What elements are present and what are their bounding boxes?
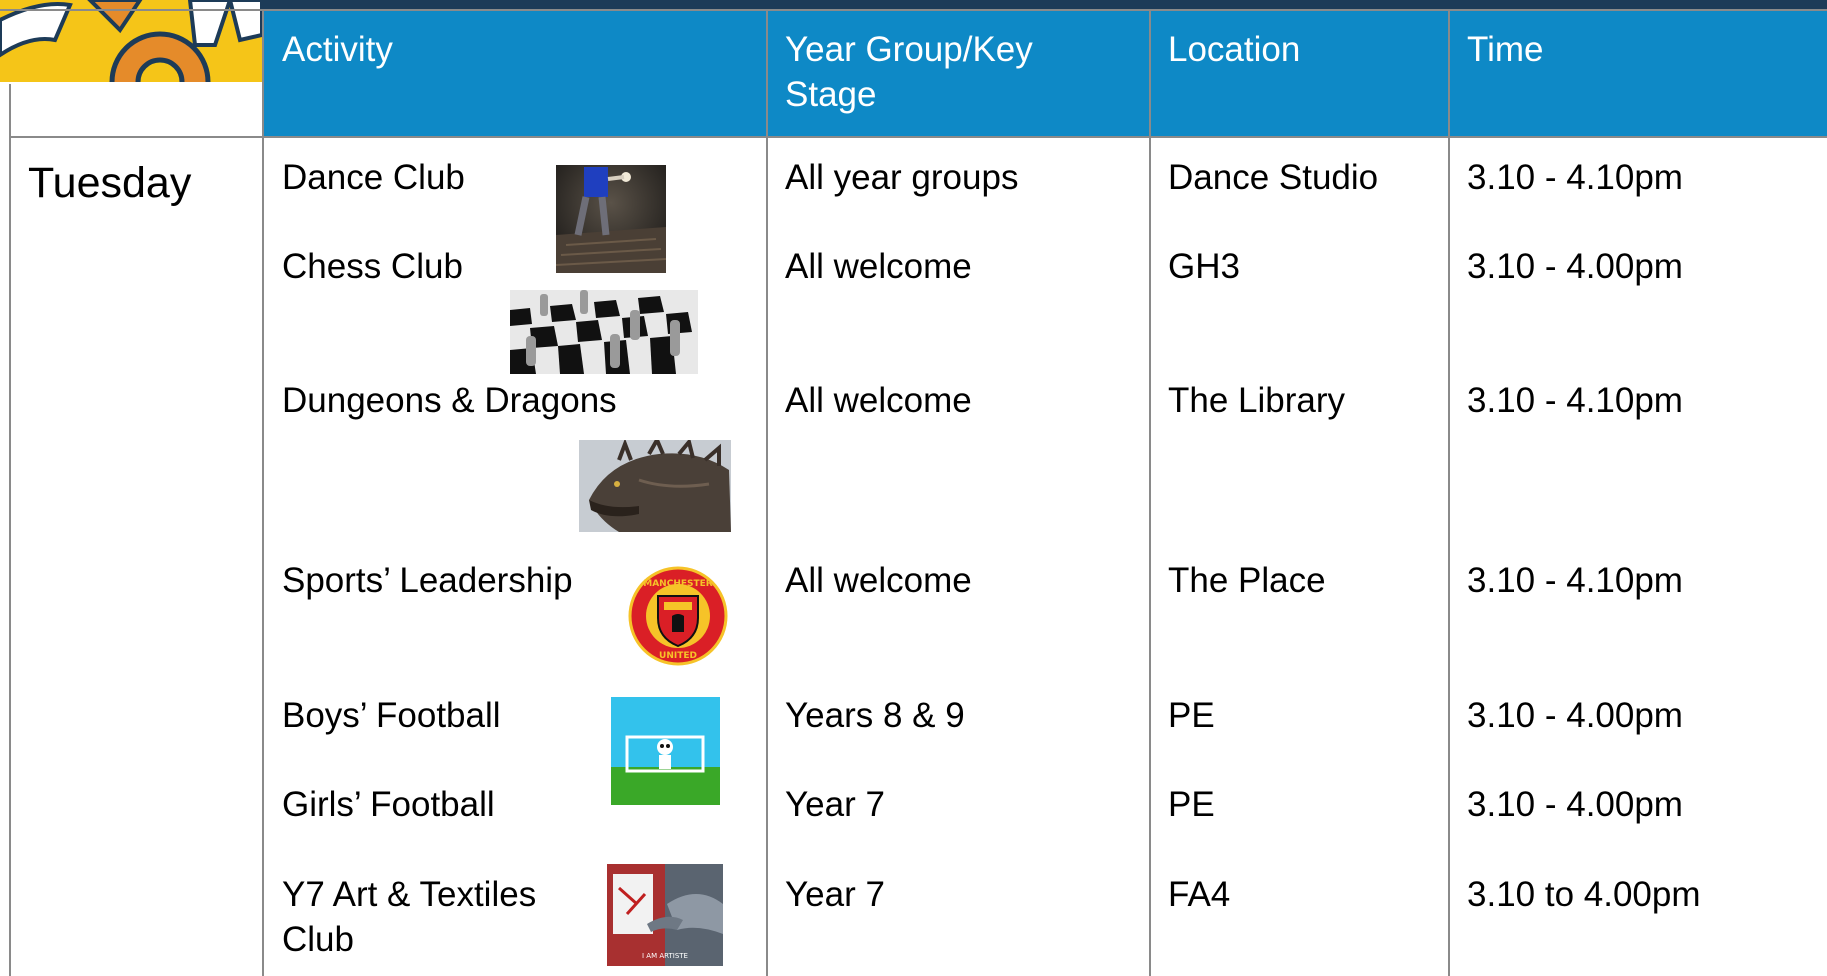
location-girls-football: PE [1168,785,1215,824]
grid-line [766,9,768,976]
group-dance-club: All year groups [785,158,1019,197]
grid-line [1448,9,1450,976]
group-sports-leadership: All welcome [785,561,972,600]
group-dungeons-dragons: All welcome [785,381,972,420]
time-sports-leadership: 3.10 - 4.10pm [1467,561,1683,600]
dancer-photo [556,165,666,273]
grid-line [1149,9,1151,976]
activity-sports-leadership: Sports’ Leadership [282,561,573,600]
location-dungeons-dragons: The Library [1168,381,1346,420]
time-art-textiles: 3.10 to 4.00pm [1467,875,1701,914]
table-grid [0,0,1827,976]
grid-line [262,9,264,976]
activity-art-textiles: Y7 Art & Textiles Club [282,875,537,959]
location-dance-club: Dance Studio [1168,158,1379,197]
group-art-textiles: Year 7 [785,875,885,914]
chessboard-photo [510,290,698,374]
dolphin-artist-photo: I AM ARTISTE [607,864,723,966]
crest-top-text: MANCHESTER [643,579,713,589]
grid-line [9,82,262,84]
manchester-united-crest: MANCHESTER UNITED [628,566,728,666]
location-sports-leadership: The Place [1168,561,1326,600]
grid-line [0,9,1827,11]
group-girls-football: Year 7 [785,785,885,824]
time-dungeons-dragons: 3.10 - 4.10pm [1467,381,1683,420]
activity-dungeons-dragons: Dungeons & Dragons [282,381,617,420]
group-chess-club: All welcome [785,247,972,286]
grid-line [9,82,11,976]
time-girls-football: 3.10 - 4.00pm [1467,785,1683,824]
location-chess-club: GH3 [1168,247,1240,286]
location-art-textiles: FA4 [1168,875,1231,914]
activity-dance-club: Dance Club [282,158,465,197]
group-boys-football: Years 8 & 9 [785,696,965,735]
football-goal-illustration [611,697,720,805]
activity-boys-football: Boys’ Football [282,696,501,735]
time-chess-club: 3.10 - 4.00pm [1467,247,1683,286]
grid-line [9,136,1827,138]
activity-girls-football: Girls’ Football [282,785,495,824]
activity-chess-club: Chess Club [282,247,463,286]
crest-bottom-text: UNITED [659,651,697,661]
art-caption: I AM ARTISTE [642,952,688,960]
time-dance-club: 3.10 - 4.10pm [1467,158,1683,197]
day-label: Tuesday [28,159,192,207]
dragon-photo [579,440,731,532]
time-boys-football: 3.10 - 4.00pm [1467,696,1683,735]
location-boys-football: PE [1168,696,1215,735]
